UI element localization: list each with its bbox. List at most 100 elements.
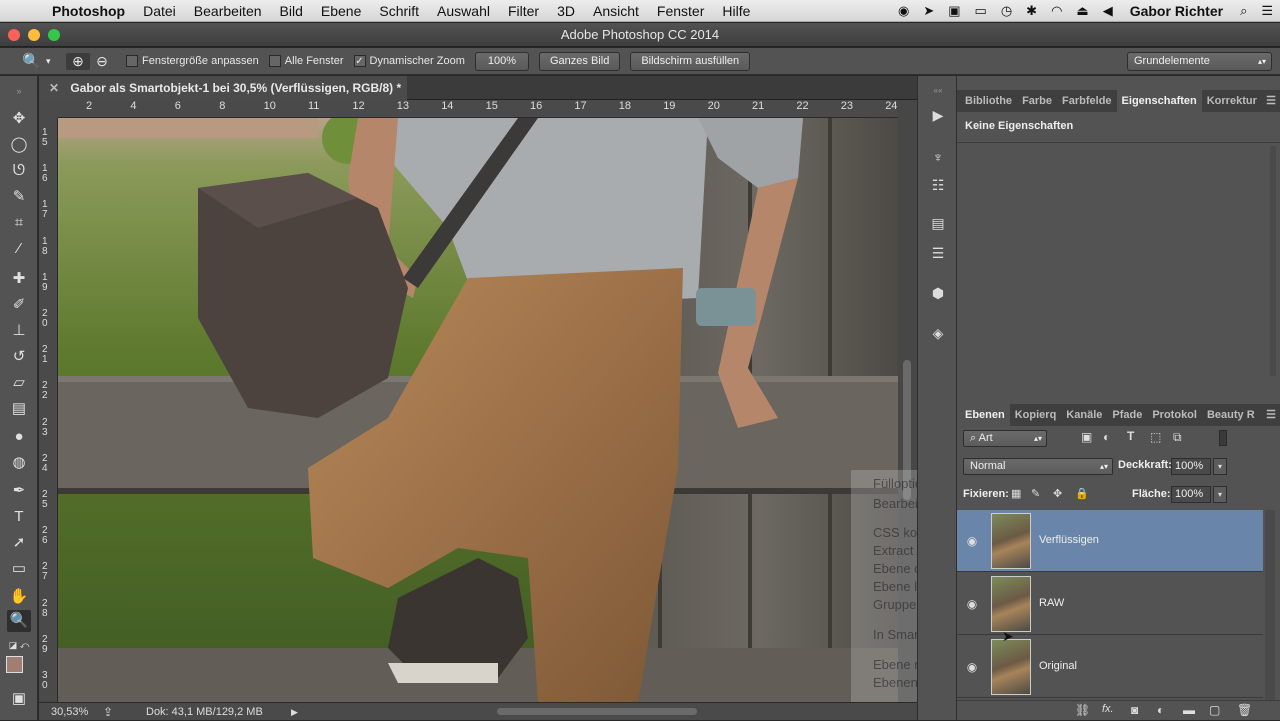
gradient-tool-icon[interactable]: ▤ [7, 398, 31, 420]
visibility-eye-icon[interactable]: ◉ [965, 597, 979, 611]
menu-bild[interactable]: Bild [271, 3, 312, 19]
volume-icon[interactable]: ◀ [1103, 3, 1113, 19]
send-icon[interactable]: ➤ [923, 3, 934, 19]
lasso-tool-icon[interactable]: ᘎ [7, 160, 31, 182]
menu-bearbeiten[interactable]: Bearbeiten [185, 3, 271, 19]
adjustment-layer-icon[interactable]: ◐ [1157, 703, 1164, 717]
minimize-window-button[interactable] [28, 29, 40, 41]
delete-layer-icon[interactable]: 🗑 [1237, 703, 1252, 717]
opacity-input[interactable]: 100% [1171, 458, 1211, 475]
bluetooth-icon[interactable]: ✱ [1026, 3, 1037, 19]
tab-adjustments[interactable]: Korrektur [1202, 90, 1262, 112]
link-layers-icon[interactable]: ⛓ [1075, 703, 1090, 717]
preset-dropdown-icon[interactable]: ▾ [46, 56, 60, 67]
close-tab-icon[interactable]: ✕ [49, 81, 59, 95]
menu-fenster[interactable]: Fenster [648, 3, 713, 19]
vertical-ruler[interactable]: 15 16 17 18 19 20 21 22 23 24 25 26 27 28 29 30 [39, 118, 58, 702]
hand-tool-icon[interactable]: ✋ [7, 586, 31, 608]
menu-schrift[interactable]: Schrift [370, 3, 428, 19]
all-windows-checkbox[interactable] [268, 55, 281, 67]
swap-colors-icon[interactable]: ◪ ⤺ [7, 634, 31, 656]
filter-toggle-switch[interactable] [1219, 430, 1227, 446]
menu-hilfe[interactable]: Hilfe [713, 3, 759, 19]
export-icon[interactable]: ⇪ [103, 703, 113, 721]
healing-brush-icon[interactable]: ✚ [7, 268, 31, 290]
pen-tool-icon[interactable]: ✒ [7, 480, 31, 502]
tab-paths[interactable]: Pfade [1107, 404, 1147, 426]
ellipse-marquee-icon[interactable]: ◯ [7, 134, 31, 156]
zoom-window-button[interactable] [48, 29, 60, 41]
filter-shape-icon[interactable]: ⬚ [1150, 430, 1161, 444]
rectangle-tool-icon[interactable]: ▭ [7, 558, 31, 580]
menu-datei[interactable]: Datei [134, 3, 185, 19]
workspace-select[interactable]: Grundelemente ▴▾ [1127, 51, 1272, 71]
history-brush-icon[interactable]: ↺ [7, 346, 31, 368]
menu-ebene[interactable]: Ebene [312, 3, 370, 19]
tab-channels[interactable]: Kanäle [1061, 404, 1107, 426]
document-tab[interactable]: ✕ Gabor als Smartobjekt-1 bei 30,5% (Ver… [39, 76, 407, 100]
tab-swatches[interactable]: Farbfelde [1057, 90, 1117, 112]
zoom-in-icon[interactable]: ⊕ [66, 52, 90, 70]
horizontal-ruler[interactable]: 2 4 6 8 10 11 12 13 14 15 16 17 18 19 20 21 22 23 24 [58, 100, 898, 118]
app-menu[interactable]: Photoshop [38, 3, 134, 19]
spotlight-search-icon[interactable]: ⌕ [1240, 3, 1247, 19]
menu-auswahl[interactable]: Auswahl [428, 3, 499, 19]
layers-scrollbar[interactable] [1265, 510, 1275, 700]
filter-pixel-icon[interactable]: ▣ [1081, 430, 1092, 444]
layer-style-fx-icon[interactable]: fx. [1102, 703, 1114, 715]
visibility-eye-icon[interactable]: ◉ [965, 660, 979, 674]
3d-panel-icon[interactable]: ⬢ [926, 282, 950, 304]
filter-type-icon[interactable]: T [1127, 429, 1134, 443]
dynamic-zoom-checkbox[interactable]: ✓ [353, 55, 366, 67]
new-layer-icon[interactable]: ▢ [1209, 703, 1220, 717]
creative-cloud-icon[interactable]: ◉ [898, 3, 909, 19]
fill-dropdown-icon[interactable]: ▾ [1213, 486, 1227, 503]
layer-filter-select[interactable]: ⌕ Art ▴▾ [963, 430, 1047, 447]
paragraph-panel-icon[interactable]: ☰ [926, 242, 950, 264]
menu-filter[interactable]: Filter [499, 3, 548, 19]
menu-ansicht[interactable]: Ansicht [584, 3, 648, 19]
document-canvas[interactable] [58, 118, 898, 702]
filter-adjustment-icon[interactable]: ◐ [1103, 430, 1110, 444]
brush-presets-icon[interactable]: ♆ [926, 146, 950, 168]
lock-pixels-icon[interactable]: ✎ [1031, 487, 1040, 500]
whole-image-button[interactable]: Ganzes Bild [539, 51, 621, 71]
layer-row[interactable]: ◉ Verflüssigen [957, 510, 1263, 572]
wifi-icon[interactable]: ◠ [1051, 3, 1062, 19]
eject-icon[interactable]: ⏏ [1076, 3, 1088, 19]
airplay-icon[interactable]: ▭ [975, 3, 987, 19]
zoom-tool-preset-icon[interactable]: 🔍 [22, 52, 46, 70]
zoom-tool-icon[interactable]: 🔍 [7, 610, 31, 632]
layer-row[interactable]: ◉ Original [957, 636, 1263, 698]
type-tool-icon[interactable]: T [7, 506, 31, 528]
visibility-eye-icon[interactable]: ◉ [965, 534, 979, 548]
horizontal-scroll-thumb[interactable] [497, 708, 697, 715]
close-window-button[interactable] [8, 29, 20, 41]
layer-name[interactable]: RAW [1039, 597, 1064, 609]
strip-collapse-icon[interactable]: «« [926, 80, 950, 102]
foreground-color-swatch[interactable] [6, 656, 23, 673]
menu-3d[interactable]: 3D [548, 3, 584, 19]
play-actions-icon[interactable]: ▶ [926, 104, 950, 126]
zoom-level[interactable]: 30,53% [51, 703, 88, 721]
properties-scrollbar[interactable] [1270, 146, 1276, 376]
lock-all-icon[interactable]: 🔒 [1075, 487, 1089, 500]
tab-history[interactable]: Protokol [1147, 404, 1202, 426]
crop-tool-icon[interactable]: ⌗ [7, 212, 31, 234]
opacity-dropdown-icon[interactable]: ▾ [1213, 458, 1227, 475]
fill-input[interactable]: 100% [1171, 486, 1211, 503]
brush-tool-icon[interactable]: ✐ [7, 294, 31, 316]
layer-name[interactable]: Original [1039, 660, 1077, 672]
lock-position-icon[interactable]: ✥ [1053, 487, 1062, 500]
layers-stack-icon[interactable]: ◈ [926, 322, 950, 344]
layer-row[interactable]: ◉ RAW [957, 573, 1263, 635]
add-mask-icon[interactable]: ◙ [1131, 703, 1138, 717]
path-select-icon[interactable]: ➚ [7, 532, 31, 554]
tab-layers[interactable]: Ebenen [957, 404, 1010, 426]
eraser-icon[interactable]: ▱ [7, 372, 31, 394]
character-panel-icon[interactable]: ▤ [926, 212, 950, 234]
tab-libraries[interactable]: Bibliothe [957, 90, 1017, 112]
sliders-icon[interactable]: ☷ [926, 174, 950, 196]
fill-screen-button[interactable]: Bildschirm ausfüllen [630, 51, 751, 71]
eyedropper-icon[interactable]: ⁄ [7, 238, 31, 260]
